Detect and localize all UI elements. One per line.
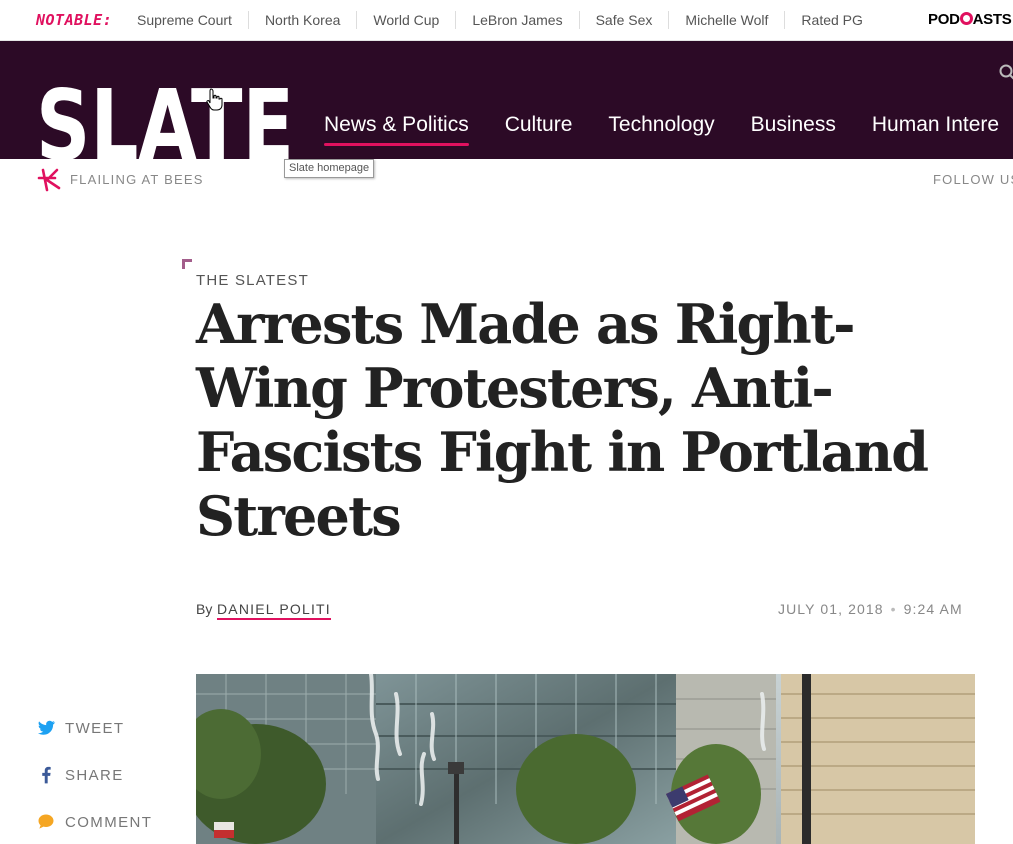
hand-cursor-icon (206, 88, 223, 111)
notable-link-lebron-james[interactable]: LeBron James (455, 11, 578, 29)
comment-button[interactable]: COMMENT (36, 812, 152, 832)
byline-author-link[interactable]: DANIEL POLITI (217, 601, 331, 620)
facebook-share-button[interactable]: SHARE (36, 765, 124, 785)
podcasts-label-end: ASTS (972, 11, 1012, 28)
blog-name[interactable]: FLAILING AT BEES (70, 172, 204, 187)
tweet-button[interactable]: TWEET (36, 718, 125, 738)
nav-item-human-interest[interactable]: Human Intere (854, 113, 1013, 137)
tweet-label: TWEET (65, 719, 125, 737)
podcasts-label-start: POD (928, 11, 960, 28)
article-photo[interactable] (196, 674, 975, 844)
bee-logo-icon[interactable] (35, 166, 63, 194)
slate-logo-text: SLATE (36, 83, 294, 161)
section-nav: News & Politics Culture Technology Busin… (306, 113, 1013, 146)
article-time: 9:24 AM (903, 601, 963, 617)
article-date: JULY 01, 2018 (778, 601, 884, 617)
notable-links: Supreme Court North Korea World Cup LeBr… (121, 0, 879, 40)
notable-link-world-cup[interactable]: World Cup (356, 11, 455, 29)
main-nav: SLATE News & Politics Culture Technology… (0, 41, 1013, 161)
dateline-separator: • (890, 601, 897, 617)
podcast-circle-icon (959, 12, 973, 25)
notable-link-supreme-court[interactable]: Supreme Court (121, 11, 248, 29)
follow-us-link[interactable]: FOLLOW US (933, 172, 1013, 187)
twitter-icon (37, 720, 56, 735)
facebook-icon (42, 766, 51, 784)
article-dateline: JULY 01, 2018 • 9:24 AM (778, 601, 963, 617)
comment-label: COMMENT (65, 813, 153, 831)
nav-item-culture[interactable]: Culture (487, 113, 591, 137)
kicker-corner-mark (182, 259, 192, 269)
search-icon[interactable] (998, 63, 1013, 81)
notable-link-north-korea[interactable]: North Korea (247, 11, 356, 29)
byline-prefix: By (196, 601, 213, 617)
share-label: SHARE (65, 766, 124, 784)
notable-label: NOTABLE: (36, 11, 113, 29)
notable-link-michelle-wolf[interactable]: Michelle Wolf (668, 11, 784, 29)
notable-bar: NOTABLE: Supreme Court North Korea World… (0, 0, 1013, 41)
slate-logo[interactable]: SLATE (36, 83, 296, 161)
notable-link-safe-sex[interactable]: Safe Sex (578, 11, 669, 29)
nav-item-technology[interactable]: Technology (590, 113, 732, 137)
article-kicker[interactable]: THE SLATEST (196, 272, 309, 289)
comment-bubble-icon (38, 814, 54, 829)
notable-link-rated-pg[interactable]: Rated PG (784, 11, 878, 29)
nav-item-news-politics[interactable]: News & Politics (306, 113, 487, 146)
nav-item-business[interactable]: Business (733, 113, 854, 137)
podcasts-link[interactable]: POD ASTS (928, 11, 1012, 28)
article-headline: Arrests Made as Right-Wing Protesters, A… (196, 292, 929, 548)
